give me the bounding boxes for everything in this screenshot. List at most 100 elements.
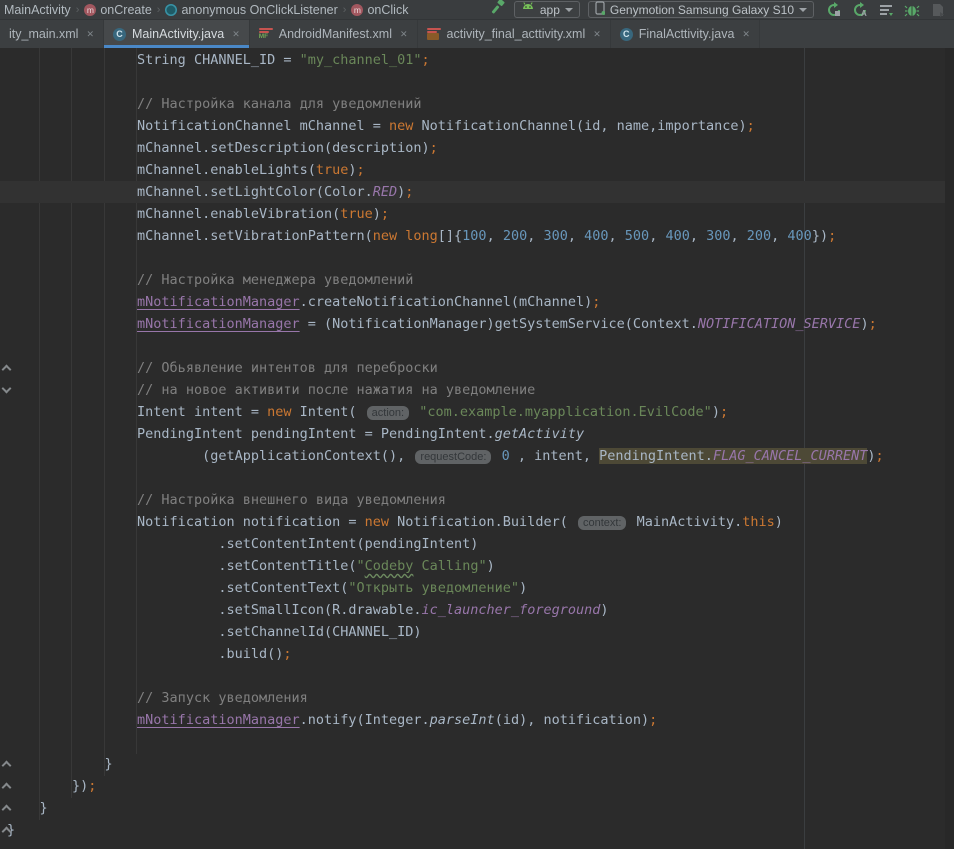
code-line[interactable]: Notification notification = new Notifica…: [0, 511, 945, 533]
code-line[interactable]: mChannel.enableLights(true);: [0, 159, 945, 181]
chevron-down-icon: [799, 8, 807, 12]
rerun-icon[interactable]: [826, 2, 842, 18]
code-line[interactable]: mChannel.setDescription(description);: [0, 137, 945, 159]
code-token: // Настройка канала для уведомлений: [137, 96, 421, 112]
code-line[interactable]: NotificationChannel mChannel = new Notif…: [0, 115, 945, 137]
breadcrumb-item[interactable]: anonymous OnClickListener: [165, 3, 337, 17]
code-line[interactable]: mNotificationManager = (NotificationMana…: [0, 313, 945, 335]
code-token: ;: [720, 404, 728, 420]
run-config-list-icon[interactable]: [878, 2, 894, 18]
code-line[interactable]: // Настройка менеджера уведомлений: [0, 269, 945, 291]
code-token: // Настройка внешнего вида уведомления: [137, 492, 446, 508]
editor-scrollbar[interactable]: [945, 48, 954, 849]
code-line[interactable]: .setSmallIcon(R.drawable.ic_launcher_for…: [0, 599, 945, 621]
code-line[interactable]: // Запуск уведомления: [0, 687, 945, 709]
code-token: }: [105, 756, 113, 772]
code-line[interactable]: mChannel.setVibrationPattern(new long[]{…: [0, 225, 945, 247]
code-line[interactable]: .build();: [0, 643, 945, 665]
module-selector-label: app: [540, 3, 560, 17]
editor-tab[interactable]: ity_main.xml✕: [0, 20, 104, 48]
debug-bug-icon[interactable]: [904, 2, 920, 18]
code-line[interactable]: });: [0, 775, 945, 797]
code-line[interactable]: // Настройка канала для уведомлений: [0, 93, 945, 115]
tab-close-icon[interactable]: ✕: [593, 29, 601, 40]
code-line[interactable]: [0, 335, 945, 357]
breadcrumb-separator: ›: [343, 4, 347, 16]
tab-close-icon[interactable]: ✕: [86, 29, 94, 40]
tab-close-icon[interactable]: ✕: [232, 29, 240, 40]
code-line[interactable]: mChannel.setLightColor(Color.RED);: [0, 181, 945, 203]
editor-tab[interactable]: activity_final_acttivity.xml✕: [418, 20, 611, 48]
tab-close-icon[interactable]: ✕: [742, 29, 750, 40]
code-token: PendingIntent pendingIntent = PendingInt…: [137, 426, 495, 442]
code-token: ): [519, 580, 527, 596]
editor[interactable]: String CHANNEL_ID = "my_channel_01"; // …: [0, 48, 954, 849]
code-token: Codeby: [365, 558, 414, 574]
code-line[interactable]: .setContentTitle("Codeby Calling"): [0, 555, 945, 577]
code-line[interactable]: Intent intent = new Intent( action: "com…: [0, 401, 945, 423]
code-line[interactable]: .setContentIntent(pendingIntent): [0, 533, 945, 555]
profiler-icon[interactable]: [930, 2, 946, 18]
code-token: .createNotificationChannel(mChannel): [300, 294, 593, 310]
code-line[interactable]: // Обьявление интентов для переброски: [0, 357, 945, 379]
code-line[interactable]: [0, 665, 945, 687]
code-line[interactable]: }: [0, 819, 945, 841]
code-token: true: [316, 162, 349, 178]
tab-close-icon[interactable]: ✕: [400, 29, 408, 40]
code-line[interactable]: [0, 731, 945, 753]
code-token: Notification notification =: [137, 514, 365, 530]
code-line[interactable]: [0, 467, 945, 489]
breadcrumb-item[interactable]: monClick: [351, 3, 408, 17]
code-token: new: [267, 404, 291, 420]
code-token: ): [712, 404, 720, 420]
code-line[interactable]: mNotificationManager.createNotificationC…: [0, 291, 945, 313]
build-hammer-icon[interactable]: [490, 0, 506, 20]
editor-tab[interactable]: CFinalActtivity.java✕: [611, 20, 760, 48]
code-line[interactable]: (getApplicationContext(), requestCode: 0…: [0, 445, 945, 467]
code-line[interactable]: // на новое активити после нажатия на ув…: [0, 379, 945, 401]
apply-code-changes-icon[interactable]: A: [852, 2, 868, 18]
editor-tab-bar: ity_main.xml✕CMainActivity.java✕MFAndroi…: [0, 20, 954, 48]
code-token: mNotificationManager: [137, 294, 300, 310]
code-token: ;: [405, 184, 413, 200]
code-token: 300: [706, 228, 730, 244]
code-line[interactable]: PendingIntent pendingIntent = PendingInt…: [0, 423, 945, 445]
module-selector-dropdown[interactable]: app: [514, 1, 580, 18]
code-line[interactable]: [0, 247, 945, 269]
code-token: (getApplicationContext(),: [202, 448, 413, 464]
code-token: Intent intent =: [137, 404, 267, 420]
code-token: context:: [578, 516, 627, 530]
code-line[interactable]: mNotificationManager.notify(Integer.pars…: [0, 709, 945, 731]
code-token: NotificationChannel(id, name,importance): [413, 118, 746, 134]
xml-file-icon: [427, 27, 441, 41]
java-class-icon: C: [113, 28, 126, 41]
code-token: = (NotificationManager)getSystemService(…: [300, 316, 698, 332]
breadcrumb-label: onClick: [367, 3, 408, 17]
code-token: ,: [771, 228, 787, 244]
code-token: .notify(Integer.: [300, 712, 430, 728]
code-token: ,: [649, 228, 665, 244]
code-token: ,: [527, 228, 543, 244]
editor-tab[interactable]: C MainActivity.java ✕: [104, 20, 250, 48]
breadcrumb-item[interactable]: monCreate: [84, 3, 151, 17]
code-line[interactable]: }: [0, 797, 945, 819]
code-line[interactable]: [0, 71, 945, 93]
editor-tab[interactable]: MFAndroidManifest.xml✕: [250, 20, 418, 48]
code-token: ,: [568, 228, 584, 244]
code-area: String CHANNEL_ID = "my_channel_01"; // …: [0, 49, 945, 841]
tab-label: MainActivity.java: [132, 27, 224, 41]
code-line[interactable]: String CHANNEL_ID = "my_channel_01";: [0, 49, 945, 71]
breadcrumb-item[interactable]: MainActivity: [4, 3, 71, 17]
code-line[interactable]: .setChannelId(CHANNEL_ID): [0, 621, 945, 643]
main-toolbar: MainActivity›monCreate›anonymous OnClick…: [0, 0, 954, 20]
device-selector-dropdown[interactable]: Genymotion Samsung Galaxy S10: [588, 1, 814, 18]
code-line[interactable]: }: [0, 753, 945, 775]
code-token: ;: [283, 646, 291, 662]
code-line[interactable]: mChannel.enableVibration(true);: [0, 203, 945, 225]
code-line[interactable]: // Настройка внешнего вида уведомления: [0, 489, 945, 511]
code-line[interactable]: .setContentText("Открыть уведомление"): [0, 577, 945, 599]
java-class-icon: C: [620, 28, 633, 41]
code-token: }): [72, 778, 88, 794]
svg-text:A: A: [861, 9, 867, 18]
code-token: ;: [422, 52, 430, 68]
